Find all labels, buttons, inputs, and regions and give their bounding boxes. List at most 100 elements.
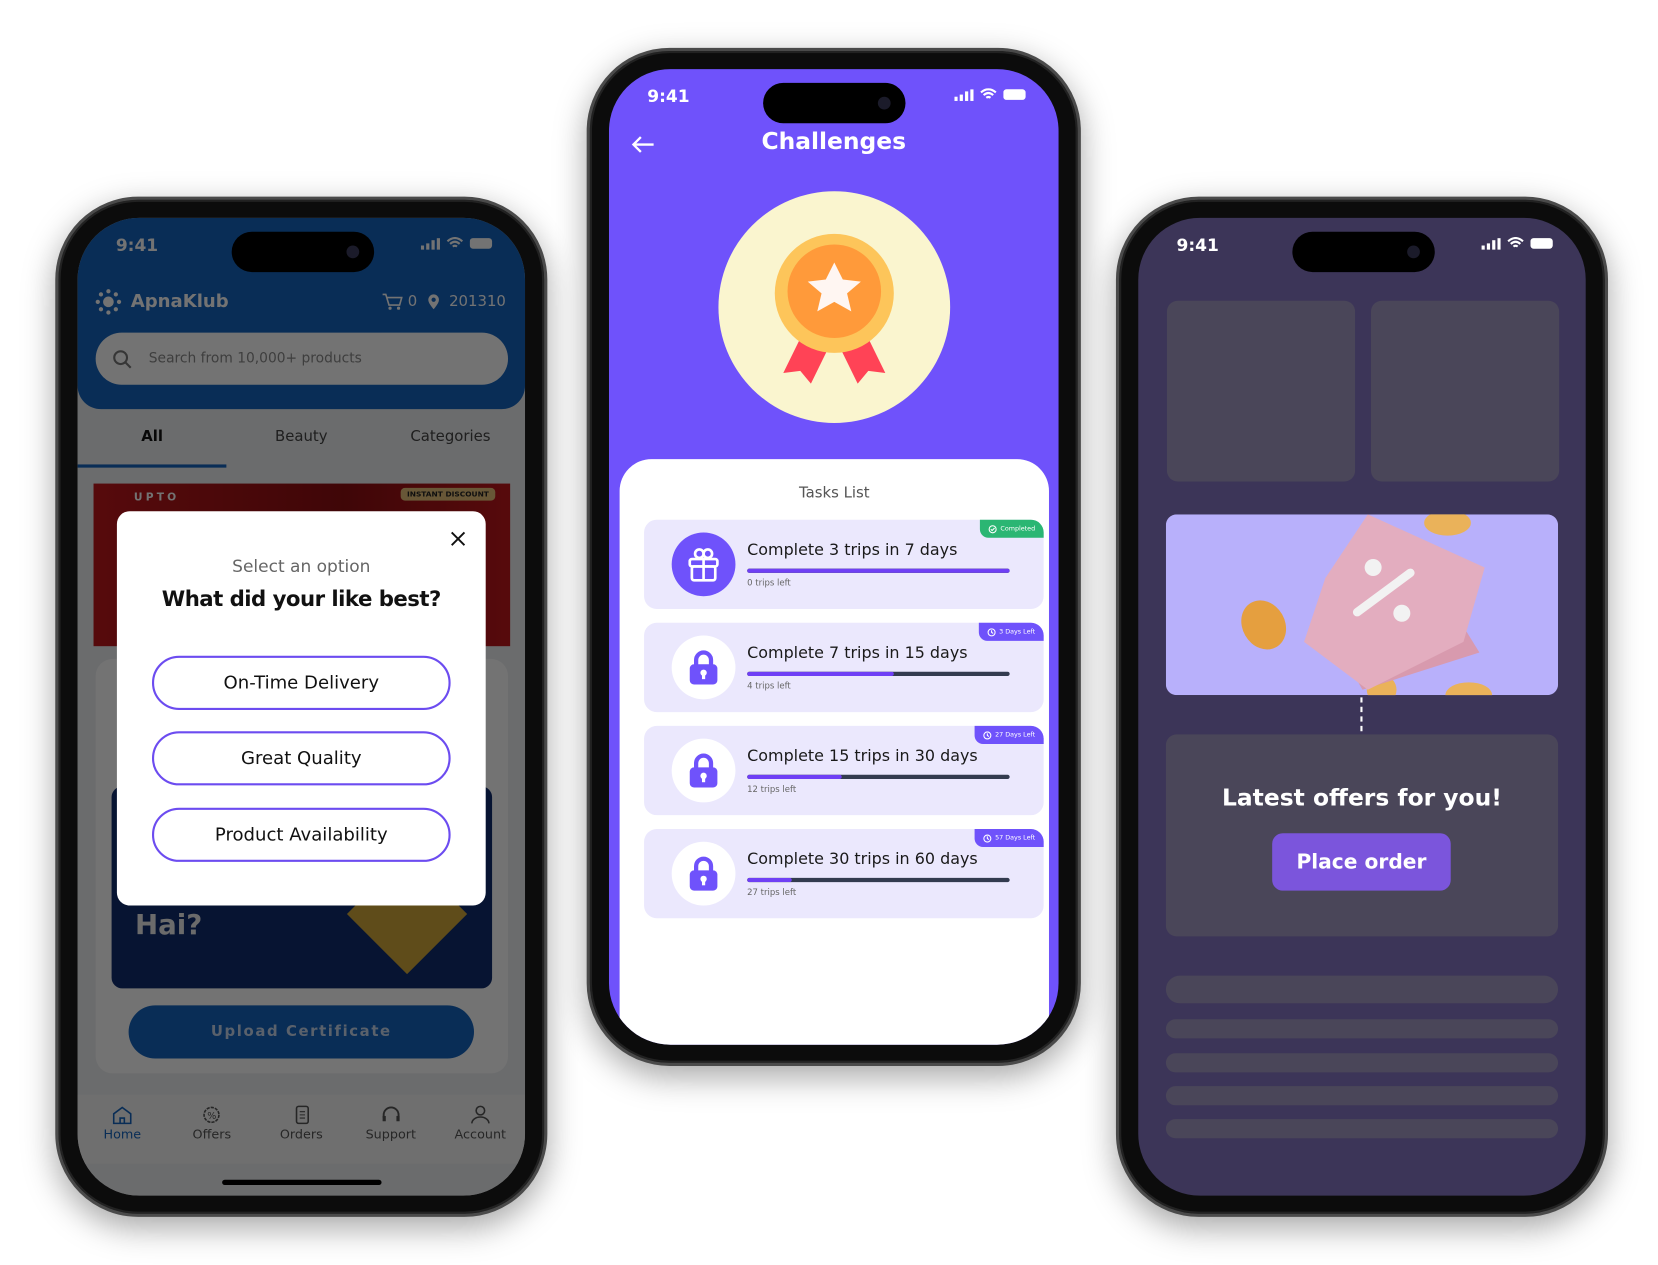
placeholder-tile bbox=[1371, 300, 1560, 482]
task-progress-bar bbox=[747, 568, 1010, 573]
task-card[interactable]: 57 Days Left Complete 30 trips in 60 day… bbox=[644, 828, 1044, 919]
lock-icon bbox=[689, 753, 718, 788]
nav-support[interactable]: Support bbox=[346, 1095, 435, 1164]
task-icon-circle bbox=[671, 841, 736, 906]
wifi-icon bbox=[980, 88, 997, 99]
tab-all[interactable]: All bbox=[77, 409, 227, 468]
dynamic-island bbox=[1292, 231, 1435, 273]
feedback-modal: Select an option What did your like best… bbox=[116, 511, 486, 906]
status-time: 9:41 bbox=[1176, 234, 1219, 256]
status-time: 9:41 bbox=[647, 86, 690, 107]
wifi-icon bbox=[446, 237, 464, 248]
location-pin-icon[interactable] bbox=[427, 293, 440, 310]
cart-icon[interactable] bbox=[381, 292, 403, 311]
brand-logo: ApnaKlub bbox=[95, 288, 229, 316]
phone-offers: 9:41 Latest offers for you! Place order bbox=[1115, 196, 1609, 1217]
offer-card: Latest offers for you! Place order bbox=[1165, 734, 1559, 937]
task-progress-fill bbox=[747, 774, 842, 780]
clock-icon bbox=[983, 833, 992, 843]
dynamic-island bbox=[763, 82, 906, 124]
gift-icon bbox=[688, 548, 719, 582]
nav-home[interactable]: Home bbox=[78, 1095, 167, 1164]
pincode[interactable]: 201310 bbox=[449, 293, 506, 310]
phone-apnaklub: 9:41 ApnaKlub 0 201310 Search from 10,00… bbox=[55, 196, 548, 1217]
nav-label: Account bbox=[454, 1126, 507, 1142]
task-title: Complete 15 trips in 30 days bbox=[747, 746, 978, 766]
tasks-list-title: Tasks List bbox=[798, 484, 870, 502]
wifi-icon bbox=[1507, 237, 1524, 248]
option-great-quality[interactable]: Great Quality bbox=[151, 731, 451, 786]
task-title: Complete 30 trips in 60 days bbox=[747, 849, 978, 869]
logo-icon bbox=[95, 289, 122, 315]
clock-icon bbox=[987, 627, 996, 636]
nav-offers[interactable]: % Offers bbox=[167, 1095, 256, 1164]
battery-icon bbox=[469, 238, 493, 249]
badge-label: 3 Days Left bbox=[999, 628, 1036, 636]
task-progress-bar bbox=[747, 774, 1010, 780]
medal-icon bbox=[718, 191, 951, 423]
home-indicator bbox=[222, 1179, 382, 1186]
signal-icon bbox=[1481, 237, 1501, 250]
apnaklub-screen: 9:41 ApnaKlub 0 201310 Search from 10,00… bbox=[77, 217, 526, 1196]
nav-label: Home bbox=[103, 1126, 142, 1142]
task-status-badge: 57 Days Left bbox=[974, 828, 1044, 848]
nav-label: Offers bbox=[192, 1126, 232, 1142]
tab-categories[interactable]: Categories bbox=[376, 409, 525, 467]
svg-text:%: % bbox=[208, 1111, 217, 1122]
nav-account[interactable]: Account bbox=[436, 1095, 525, 1164]
task-status-badge: Completed bbox=[980, 519, 1044, 538]
search-input[interactable]: Search from 10,000+ products bbox=[95, 332, 509, 385]
lock-icon bbox=[689, 650, 718, 685]
task-card[interactable]: 3 Days Left Complete 7 trips in 15 days … bbox=[644, 622, 1044, 713]
task-icon-circle bbox=[671, 532, 736, 597]
category-tabs: All Beauty Categories bbox=[77, 409, 525, 468]
banner-text: UPTO bbox=[133, 492, 180, 504]
skeleton-line bbox=[1165, 975, 1559, 1004]
task-trips-left: 12 trips left bbox=[747, 784, 797, 794]
task-icon-circle bbox=[671, 635, 736, 700]
option-on-time-delivery[interactable]: On-Time Delivery bbox=[151, 655, 451, 710]
task-title: Complete 7 trips in 15 days bbox=[747, 642, 968, 663]
headset-icon bbox=[382, 1106, 400, 1122]
modal-title: What did your like best? bbox=[161, 585, 442, 612]
search-placeholder: Search from 10,000+ products bbox=[148, 350, 362, 367]
skeleton-line bbox=[1165, 1053, 1559, 1073]
page-title: Challenges bbox=[761, 128, 907, 156]
task-progress-fill bbox=[747, 877, 792, 883]
status-icons bbox=[420, 237, 495, 250]
phone-challenges: 9:41 Challenges Tasks List Completed Com… bbox=[586, 47, 1081, 1066]
clock-icon bbox=[983, 730, 992, 739]
coupon-illustration[interactable] bbox=[1165, 514, 1559, 696]
placeholder-tile bbox=[1166, 300, 1356, 482]
status-icons bbox=[1481, 237, 1556, 250]
task-status-badge: 27 Days Left bbox=[974, 725, 1044, 744]
account-icon bbox=[470, 1105, 490, 1124]
task-title: Complete 3 trips in 7 days bbox=[747, 539, 958, 560]
badge-label: 27 Days Left bbox=[995, 731, 1036, 739]
tasks-sheet: Tasks List Completed Complete 3 trips in… bbox=[619, 459, 1049, 1045]
check-circle-icon bbox=[988, 524, 997, 533]
nav-orders[interactable]: Orders bbox=[257, 1095, 346, 1164]
battery-icon bbox=[1003, 89, 1026, 100]
skeleton-line bbox=[1165, 1119, 1559, 1139]
task-status-badge: 3 Days Left bbox=[978, 622, 1044, 641]
tab-beauty[interactable]: Beauty bbox=[227, 409, 376, 467]
place-order-button[interactable]: Place order bbox=[1272, 833, 1451, 891]
signal-icon bbox=[954, 88, 974, 101]
skeleton-line bbox=[1165, 1086, 1559, 1106]
banner-badge: INSTANT DISCOUNT bbox=[400, 487, 496, 501]
home-icon bbox=[113, 1106, 132, 1125]
task-progress-fill bbox=[747, 568, 1010, 573]
challenges-screen: 9:41 Challenges Tasks List Completed Com… bbox=[608, 69, 1059, 1045]
option-product-availability[interactable]: Product Availability bbox=[151, 807, 451, 862]
search-icon bbox=[113, 349, 132, 368]
task-card[interactable]: 27 Days Left Complete 15 trips in 30 day… bbox=[644, 725, 1044, 816]
task-progress-bar bbox=[747, 671, 1010, 676]
skeleton-line bbox=[1165, 1019, 1559, 1039]
task-card[interactable]: Completed Complete 3 trips in 7 days 0 t… bbox=[644, 519, 1044, 609]
task-icon-circle bbox=[671, 738, 736, 803]
upload-certificate-button[interactable]: Upload Certificate bbox=[128, 1005, 475, 1059]
close-icon[interactable] bbox=[450, 530, 467, 547]
battery-icon bbox=[1530, 238, 1553, 249]
task-trips-left: 27 trips left bbox=[747, 887, 797, 898]
